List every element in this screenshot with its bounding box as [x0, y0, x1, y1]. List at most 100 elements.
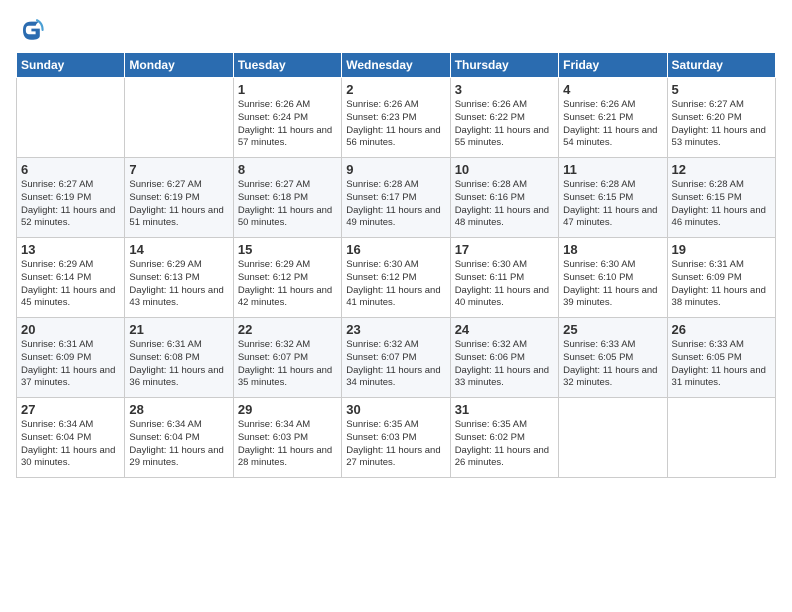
day-info: Sunrise: 6:31 AM Sunset: 6:08 PM Dayligh… [129, 339, 228, 390]
day-info: Sunrise: 6:29 AM Sunset: 6:12 PM Dayligh… [238, 259, 337, 310]
day-number: 21 [129, 322, 228, 337]
day-number: 30 [346, 402, 445, 417]
day-info: Sunrise: 6:35 AM Sunset: 6:03 PM Dayligh… [346, 419, 445, 470]
day-info: Sunrise: 6:34 AM Sunset: 6:03 PM Dayligh… [238, 419, 337, 470]
calendar-cell: 15 Sunrise: 6:29 AM Sunset: 6:12 PM Dayli… [233, 238, 341, 318]
weekday-header-tuesday: Tuesday [233, 53, 341, 78]
calendar-cell [667, 398, 775, 478]
calendar-week-3: 13 Sunrise: 6:29 AM Sunset: 6:14 PM Dayli… [17, 238, 776, 318]
day-info: Sunrise: 6:30 AM Sunset: 6:11 PM Dayligh… [455, 259, 554, 310]
calendar-cell: 10 Sunrise: 6:28 AM Sunset: 6:16 PM Dayli… [450, 158, 558, 238]
day-info: Sunrise: 6:26 AM Sunset: 6:23 PM Dayligh… [346, 99, 445, 150]
calendar-cell: 4 Sunrise: 6:26 AM Sunset: 6:21 PM Daylig… [559, 78, 667, 158]
day-number: 17 [455, 242, 554, 257]
day-number: 14 [129, 242, 228, 257]
day-info: Sunrise: 6:28 AM Sunset: 6:17 PM Dayligh… [346, 179, 445, 230]
calendar-body: 1 Sunrise: 6:26 AM Sunset: 6:24 PM Daylig… [17, 78, 776, 478]
calendar-cell: 3 Sunrise: 6:26 AM Sunset: 6:22 PM Daylig… [450, 78, 558, 158]
calendar-header: SundayMondayTuesdayWednesdayThursdayFrid… [17, 53, 776, 78]
calendar-cell: 28Sunrise: 6:34 AM Sunset: 6:04 PM Dayli… [125, 398, 233, 478]
calendar-cell: 30 Sunrise: 6:35 AM Sunset: 6:03 PM Dayli… [342, 398, 450, 478]
day-number: 19 [672, 242, 771, 257]
calendar-cell: 11 Sunrise: 6:28 AM Sunset: 6:15 PM Dayli… [559, 158, 667, 238]
day-info: Sunrise: 6:33 AM Sunset: 6:05 PM Dayligh… [672, 339, 771, 390]
day-number: 24 [455, 322, 554, 337]
calendar-cell: 17 Sunrise: 6:30 AM Sunset: 6:11 PM Dayli… [450, 238, 558, 318]
calendar-cell: 23 Sunrise: 6:32 AM Sunset: 6:07 PM Dayli… [342, 318, 450, 398]
calendar-cell: 24 Sunrise: 6:32 AM Sunset: 6:06 PM Dayli… [450, 318, 558, 398]
day-number: 18 [563, 242, 662, 257]
weekday-header-monday: Monday [125, 53, 233, 78]
day-info: Sunrise: 6:27 AM Sunset: 6:19 PM Dayligh… [129, 179, 228, 230]
day-info: Sunrise: 6:26 AM Sunset: 6:22 PM Dayligh… [455, 99, 554, 150]
day-info: Sunrise: 6:28 AM Sunset: 6:15 PM Dayligh… [672, 179, 771, 230]
day-number: 10 [455, 162, 554, 177]
day-number: 15 [238, 242, 337, 257]
day-info: Sunrise: 6:29 AM Sunset: 6:13 PM Dayligh… [129, 259, 228, 310]
day-number: 5 [672, 82, 771, 97]
calendar-cell: 14 Sunrise: 6:29 AM Sunset: 6:13 PM Dayli… [125, 238, 233, 318]
calendar-cell: 2 Sunrise: 6:26 AM Sunset: 6:23 PM Daylig… [342, 78, 450, 158]
logo [16, 16, 48, 44]
calendar-cell: 16 Sunrise: 6:30 AM Sunset: 6:12 PM Dayli… [342, 238, 450, 318]
day-info: Sunrise: 6:31 AM Sunset: 6:09 PM Dayligh… [21, 339, 120, 390]
day-number: 31 [455, 402, 554, 417]
calendar-cell: 21 Sunrise: 6:31 AM Sunset: 6:08 PM Dayli… [125, 318, 233, 398]
day-number: 11 [563, 162, 662, 177]
calendar-week-5: 27 Sunrise: 6:34 AM Sunset: 6:04 PM Dayli… [17, 398, 776, 478]
day-number: 29 [238, 402, 337, 417]
day-number: 1 [238, 82, 337, 97]
day-info: Sunrise: 6:32 AM Sunset: 6:07 PM Dayligh… [238, 339, 337, 390]
calendar-cell: 7 Sunrise: 6:27 AM Sunset: 6:19 PM Daylig… [125, 158, 233, 238]
weekday-header-row: SundayMondayTuesdayWednesdayThursdayFrid… [17, 53, 776, 78]
calendar-cell: 31 Sunrise: 6:35 AM Sunset: 6:02 PM Dayli… [450, 398, 558, 478]
day-number: 13 [21, 242, 120, 257]
day-info: Sunrise: 6:27 AM Sunset: 6:20 PM Dayligh… [672, 99, 771, 150]
day-number: 9 [346, 162, 445, 177]
weekday-header-saturday: Saturday [667, 53, 775, 78]
day-number: 26 [672, 322, 771, 337]
day-info: Sunrise: 6:28 AM Sunset: 6:16 PM Dayligh… [455, 179, 554, 230]
day-info: Sunrise: 6:32 AM Sunset: 6:07 PM Dayligh… [346, 339, 445, 390]
calendar-cell [125, 78, 233, 158]
day-info: Sunrise: 6:33 AM Sunset: 6:05 PM Dayligh… [563, 339, 662, 390]
day-number: 6 [21, 162, 120, 177]
page-header [16, 16, 776, 44]
day-number: 7 [129, 162, 228, 177]
day-info: Sunrise: 6:35 AM Sunset: 6:02 PM Dayligh… [455, 419, 554, 470]
day-number: 3 [455, 82, 554, 97]
day-info: Sunrise: 6:30 AM Sunset: 6:10 PM Dayligh… [563, 259, 662, 310]
calendar-cell: 6Sunrise: 6:27 AM Sunset: 6:19 PM Daylig… [17, 158, 125, 238]
calendar-cell: 25Sunrise: 6:33 AM Sunset: 6:05 PM Dayli… [559, 318, 667, 398]
calendar-cell: 27 Sunrise: 6:34 AM Sunset: 6:04 PM Dayli… [17, 398, 125, 478]
day-info: Sunrise: 6:27 AM Sunset: 6:18 PM Dayligh… [238, 179, 337, 230]
day-info: Sunrise: 6:30 AM Sunset: 6:12 PM Dayligh… [346, 259, 445, 310]
calendar-cell: 12Sunrise: 6:28 AM Sunset: 6:15 PM Dayli… [667, 158, 775, 238]
day-info: Sunrise: 6:28 AM Sunset: 6:15 PM Dayligh… [563, 179, 662, 230]
calendar-cell: 26 Sunrise: 6:33 AM Sunset: 6:05 PM Dayli… [667, 318, 775, 398]
weekday-header-wednesday: Wednesday [342, 53, 450, 78]
day-info: Sunrise: 6:26 AM Sunset: 6:24 PM Dayligh… [238, 99, 337, 150]
calendar-cell: 1 Sunrise: 6:26 AM Sunset: 6:24 PM Daylig… [233, 78, 341, 158]
calendar-cell: 18 Sunrise: 6:30 AM Sunset: 6:10 PM Dayli… [559, 238, 667, 318]
calendar-cell [559, 398, 667, 478]
day-number: 27 [21, 402, 120, 417]
day-number: 4 [563, 82, 662, 97]
day-info: Sunrise: 6:31 AM Sunset: 6:09 PM Dayligh… [672, 259, 771, 310]
day-info: Sunrise: 6:32 AM Sunset: 6:06 PM Dayligh… [455, 339, 554, 390]
day-info: Sunrise: 6:34 AM Sunset: 6:04 PM Dayligh… [21, 419, 120, 470]
calendar-cell [17, 78, 125, 158]
weekday-header-thursday: Thursday [450, 53, 558, 78]
calendar-week-4: 20 Sunrise: 6:31 AM Sunset: 6:09 PM Dayli… [17, 318, 776, 398]
day-info: Sunrise: 6:29 AM Sunset: 6:14 PM Dayligh… [21, 259, 120, 310]
day-number: 20 [21, 322, 120, 337]
calendar-cell: 13 Sunrise: 6:29 AM Sunset: 6:14 PM Dayli… [17, 238, 125, 318]
logo-icon [16, 16, 44, 44]
day-number: 2 [346, 82, 445, 97]
calendar-cell: 20 Sunrise: 6:31 AM Sunset: 6:09 PM Dayli… [17, 318, 125, 398]
day-number: 16 [346, 242, 445, 257]
day-info: Sunrise: 6:26 AM Sunset: 6:21 PM Dayligh… [563, 99, 662, 150]
calendar-cell: 29 Sunrise: 6:34 AM Sunset: 6:03 PM Dayli… [233, 398, 341, 478]
day-number: 23 [346, 322, 445, 337]
calendar-table: SundayMondayTuesdayWednesdayThursdayFrid… [16, 52, 776, 478]
